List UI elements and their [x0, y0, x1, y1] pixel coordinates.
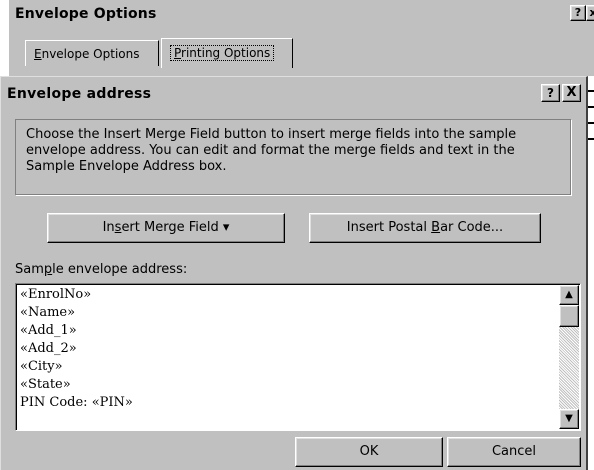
address-line[interactable]: «Add_1» [20, 322, 556, 340]
address-lines[interactable]: «EnrolNo» «Name» «Add_1» «Add_2» «City» … [20, 286, 556, 412]
background-window-edge [588, 76, 594, 470]
tab-printing-options[interactable]: Printing Options [161, 38, 293, 68]
address-line[interactable]: «Name» [20, 304, 556, 322]
insert-merge-field-button[interactable]: Insert Merge Field ▾ [47, 213, 285, 243]
envelope-options-title: Envelope Options [15, 6, 157, 22]
vertical-scrollbar[interactable]: ▲ ▼ [559, 285, 579, 429]
address-line[interactable]: «EnrolNo» [20, 286, 556, 304]
arrow-down-icon: ▼ [565, 413, 573, 424]
tab-envelope-options[interactable]: Envelope Options [25, 40, 159, 66]
scroll-down-button[interactable]: ▼ [559, 409, 579, 429]
close-icon[interactable]: x [586, 5, 594, 21]
help-icon[interactable]: ? [570, 5, 586, 21]
address-line[interactable]: «Add_2» [20, 340, 556, 358]
address-line[interactable]: «City» [20, 358, 556, 376]
sample-envelope-address-textbox[interactable]: «EnrolNo» «Name» «Add_1» «Add_2» «City» … [15, 283, 581, 431]
arrow-up-icon: ▲ [565, 289, 573, 300]
ok-button[interactable]: OK [295, 437, 443, 467]
cancel-button[interactable]: Cancel [447, 437, 581, 467]
dialog-title: Envelope address [7, 86, 152, 102]
address-line[interactable]: PIN Code: «PIN» [20, 394, 556, 412]
sample-envelope-address-label: Sample envelope address: [15, 262, 188, 277]
close-icon[interactable]: X [562, 84, 581, 102]
envelope-address-dialog: Envelope address ? X Choose the Insert M… [0, 76, 588, 470]
address-line[interactable]: «State» [20, 376, 556, 394]
scroll-thumb[interactable] [559, 305, 579, 327]
insert-postal-bar-code-button[interactable]: Insert Postal Bar Code... [309, 213, 541, 243]
tab-focus-label: Printing Options [170, 45, 275, 61]
help-icon[interactable]: ? [541, 84, 560, 102]
instructions-text: Choose the Insert Merge Field button to … [15, 119, 571, 195]
chevron-down-icon: ▾ [222, 220, 230, 235]
scroll-up-button[interactable]: ▲ [559, 285, 579, 305]
